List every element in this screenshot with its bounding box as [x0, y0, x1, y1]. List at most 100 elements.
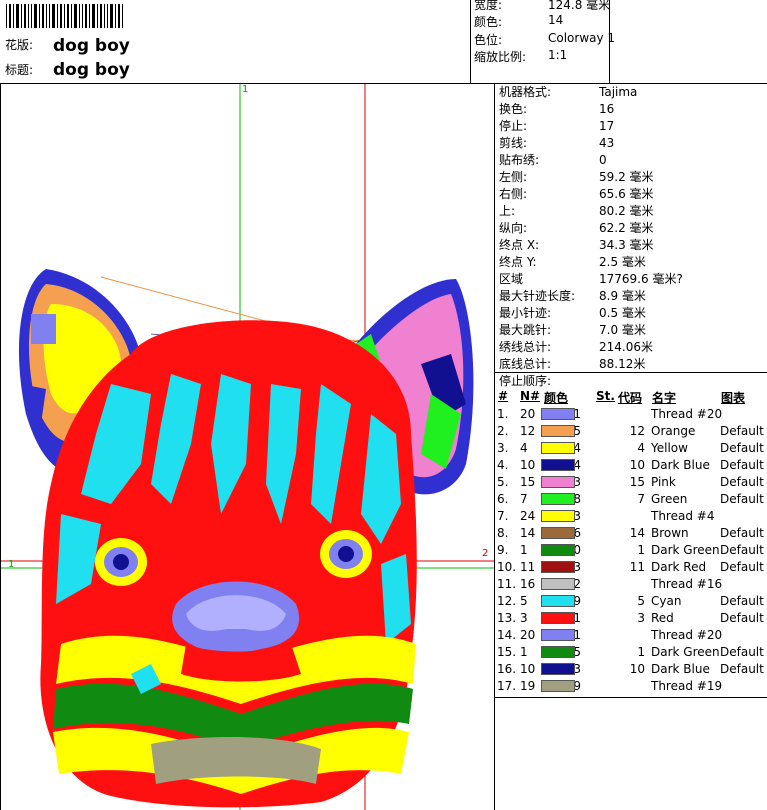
col-color-header: 颜色 — [544, 391, 569, 405]
scale-value: 1:1 — [548, 48, 568, 62]
thread-name: Dark Blue — [651, 662, 710, 676]
stop-row: 2.121,42512OrangeDefault — [497, 423, 765, 440]
info-value: 88.12米 — [599, 357, 646, 371]
needle-number: 15 — [520, 475, 536, 489]
thread-code: 1 — [637, 645, 645, 659]
needle-number: 1 — [520, 645, 528, 659]
color-swatch — [541, 476, 575, 488]
thread-code: 1 — [637, 543, 645, 557]
color-swatch — [541, 408, 575, 420]
stop-row: 17.1999Thread #19 — [497, 678, 765, 695]
thread-chart: Default — [720, 526, 764, 540]
stop-row: 11.16722Thread #16 — [497, 576, 765, 593]
info-key: 机器格式: — [499, 85, 552, 99]
info-key: 贴布绣: — [499, 153, 540, 167]
color-swatch — [541, 680, 575, 692]
needle-number: 10 — [520, 458, 536, 472]
thread-name: Thread #20 — [651, 407, 723, 421]
thread-chart: Default — [720, 645, 764, 659]
stop-index: 15. — [497, 645, 517, 659]
stop-row: 7.243,603Thread #4 — [497, 508, 765, 525]
stop-row: 10.111,16311Dark RedDefault — [497, 559, 765, 576]
stop-row: 4.1096410Dark BlueDefault — [497, 457, 765, 474]
color-swatch — [541, 459, 575, 471]
info-value: Tajima — [599, 85, 638, 99]
col-idx-header: # — [498, 389, 509, 403]
thread-code: 10 — [629, 458, 645, 472]
width-label: 宽度: — [474, 0, 503, 12]
thread-code: 14 — [629, 526, 645, 540]
needle-number: 1 — [520, 543, 528, 557]
thread-code: 7 — [637, 492, 645, 506]
needle-number: 11 — [520, 560, 536, 574]
needle-number: 7 — [520, 492, 528, 506]
frame-mid — [494, 83, 495, 810]
thread-code: 12 — [629, 424, 645, 438]
thread-code: 4 — [637, 441, 645, 455]
stop-index: 8. — [497, 526, 509, 540]
header-divider-vertical — [470, 0, 471, 84]
info-key: 最大针迹长度: — [499, 289, 576, 303]
table-divider — [494, 697, 767, 698]
info-value: 214.06米 — [599, 340, 653, 354]
stop-row: 13.35,3613RedDefault — [497, 610, 765, 627]
design-canvas — [1, 84, 494, 810]
stop-index: 10. — [497, 560, 517, 574]
col-st-header: St. — [596, 389, 615, 403]
stop-index: 6. — [497, 492, 509, 506]
thread-name: Cyan — [651, 594, 682, 608]
needle-number: 16 — [520, 577, 536, 591]
color-swatch — [541, 578, 575, 590]
thread-name: Thread #4 — [651, 509, 715, 523]
info-value: 17769.6 毫米? — [599, 272, 683, 286]
color-swatch — [541, 544, 575, 556]
stop-index: 5. — [497, 475, 509, 489]
marker-left: 1 — [8, 559, 15, 570]
marker-top: 1 — [242, 84, 249, 95]
pattern-value: dog boy — [53, 36, 130, 56]
thread-chart: Default — [720, 424, 764, 438]
needle-number: 20 — [520, 407, 536, 421]
info-value: 8.9 毫米 — [599, 289, 646, 303]
colorway-label: 色位: — [474, 33, 503, 47]
info-key: 剪线: — [499, 136, 528, 150]
stop-index: 11. — [497, 577, 517, 591]
color-swatch — [541, 561, 575, 573]
info-value: 62.2 毫米 — [599, 221, 654, 235]
color-swatch — [541, 493, 575, 505]
stop-row: 1.209,371Thread #20 — [497, 406, 765, 423]
thread-code: 3 — [637, 611, 645, 625]
info-value: 2.5 毫米 — [599, 255, 646, 269]
pattern-label: 花版: — [5, 38, 34, 52]
needle-number: 4 — [520, 441, 528, 455]
thread-chart: Default — [720, 458, 764, 472]
needle-number: 12 — [520, 424, 536, 438]
stop-index: 1. — [497, 407, 509, 421]
thread-chart: Default — [720, 543, 764, 557]
thread-name: Thread #20 — [651, 628, 723, 642]
info-value: 0 — [599, 153, 607, 167]
color-swatch — [541, 595, 575, 607]
thread-name: Orange — [651, 424, 696, 438]
color-swatch — [541, 510, 575, 522]
barcode-graphic — [6, 4, 123, 28]
col-name-header: 名字 — [652, 391, 677, 405]
embroidery-preview — [1, 84, 494, 810]
info-key: 最小针迹: — [499, 306, 552, 320]
colors-value: 14 — [548, 13, 564, 27]
thread-name: Green — [651, 492, 688, 506]
thread-name: Dark Red — [651, 560, 707, 574]
stop-row: 5.1552315PinkDefault — [497, 474, 765, 491]
color-swatch — [541, 527, 575, 539]
colorway-value: Colorway 1 — [548, 31, 616, 45]
info-value: 17 — [599, 119, 615, 133]
color-swatch — [541, 663, 575, 675]
colors-label: 颜色: — [474, 15, 503, 29]
info-key: 绣线总计: — [499, 340, 552, 354]
info-key: 换色: — [499, 102, 528, 116]
scale-label: 缩放比例: — [474, 50, 527, 64]
stop-index: 4. — [497, 458, 509, 472]
needle-number: 3 — [520, 611, 528, 625]
info-value: 80.2 毫米 — [599, 204, 654, 218]
stop-row: 14.20321Thread #20 — [497, 627, 765, 644]
